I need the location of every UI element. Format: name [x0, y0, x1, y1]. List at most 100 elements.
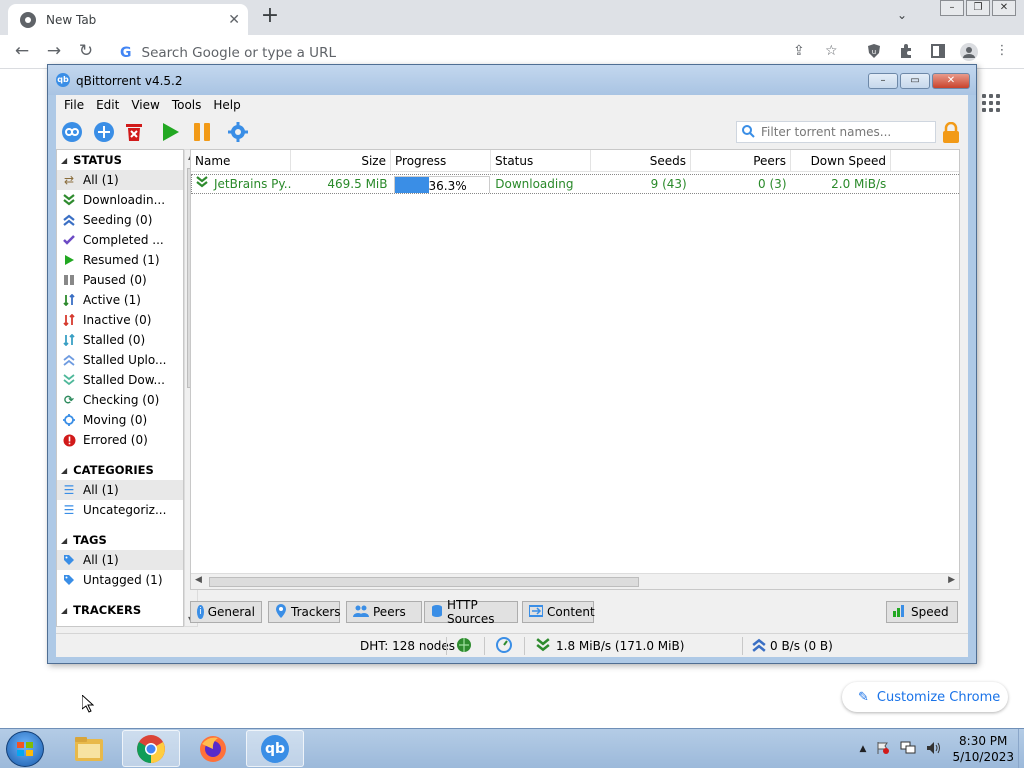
- customize-chrome-button[interactable]: ✎ Customize Chrome: [842, 682, 1008, 712]
- section-categories[interactable]: ◢ CATEGORIES: [57, 460, 183, 480]
- progress-fill: [394, 177, 429, 193]
- taskbar-explorer[interactable]: [60, 730, 118, 767]
- sidebar-item-uncategorized[interactable]: ☰ Uncategoriz...: [57, 500, 183, 520]
- qb-maximize-icon[interactable]: ▭: [900, 73, 930, 89]
- scroll-right-icon[interactable]: ▶: [948, 575, 955, 585]
- close-window-icon[interactable]: ✕: [992, 0, 1016, 16]
- options-gear-icon[interactable]: [226, 120, 250, 144]
- sidebar-item-label: Moving (0): [83, 413, 148, 427]
- table-row[interactable]: JetBrains Py... 469.5 MiB 36.3% Download…: [191, 174, 959, 194]
- sidebar-item-stalled[interactable]: Stalled (0): [57, 330, 183, 350]
- apps-grid-icon[interactable]: [982, 94, 1000, 112]
- new-tab-button[interactable]: +: [260, 5, 280, 29]
- profile-avatar-icon[interactable]: [960, 43, 978, 61]
- back-icon[interactable]: ←: [10, 41, 34, 61]
- download-speed-text: 1.8 MiB/s (171.0 MiB): [556, 639, 685, 653]
- taskbar-chrome[interactable]: [122, 730, 180, 767]
- tab-trackers[interactable]: Trackers: [268, 601, 341, 623]
- restore-icon[interactable]: ❐: [966, 0, 990, 16]
- scroll-left-icon[interactable]: ◀: [195, 575, 202, 585]
- sidebar-item-paused[interactable]: Paused (0): [57, 270, 183, 290]
- tab-speed[interactable]: Speed: [886, 601, 958, 623]
- menu-view[interactable]: View: [125, 98, 165, 112]
- tab-peers[interactable]: Peers: [346, 601, 422, 623]
- hscroll-thumb[interactable]: [209, 577, 639, 587]
- taskbar-clock[interactable]: 8:30 PM 5/10/2023: [952, 733, 1014, 765]
- share-icon[interactable]: ⇪: [793, 43, 805, 59]
- sidebar-item-label: Stalled Uplo...: [83, 353, 167, 367]
- sidebar-item-stalled-uploading[interactable]: Stalled Uplo...: [57, 350, 183, 370]
- tab-http-sources[interactable]: HTTP Sources: [424, 598, 518, 626]
- tab-close-icon[interactable]: ✕: [228, 12, 240, 28]
- sidebar-item-downloading[interactable]: Downloadin...: [57, 190, 183, 210]
- minimize-icon[interactable]: –: [940, 0, 964, 16]
- tray-expand-icon[interactable]: ▲: [860, 744, 867, 754]
- connection-status-icon[interactable]: [456, 637, 472, 656]
- resume-torrent-icon[interactable]: [158, 120, 182, 144]
- sidebar-item-completed[interactable]: Completed ...: [57, 230, 183, 250]
- section-status[interactable]: ◢ STATUS: [57, 150, 183, 170]
- action-center-flag-icon[interactable]: [876, 741, 890, 758]
- column-down-speed[interactable]: Down Speed: [791, 150, 891, 172]
- tab-general[interactable]: i General: [190, 601, 262, 623]
- sidebar-item-tag-all[interactable]: All (1): [57, 550, 183, 570]
- sidebar-item-stalled-downloading[interactable]: Stalled Dow...: [57, 370, 183, 390]
- column-progress[interactable]: Progress: [391, 150, 491, 172]
- sidebar-item-status-all[interactable]: ⇄ All (1): [57, 170, 183, 190]
- forward-icon[interactable]: →: [42, 41, 66, 61]
- tab-search-icon[interactable]: ⌄: [897, 8, 907, 22]
- qb-close-icon[interactable]: ✕: [932, 73, 970, 89]
- sidebar-item-active[interactable]: Active (1): [57, 290, 183, 310]
- content-folder-icon: [528, 604, 544, 620]
- reload-icon[interactable]: ↻: [74, 41, 98, 61]
- column-size[interactable]: Size: [291, 150, 391, 172]
- chrome-menu-icon[interactable]: ⋮: [994, 43, 1010, 59]
- column-name[interactable]: Name: [191, 150, 291, 172]
- sidebar-item-untagged[interactable]: Untagged (1): [57, 570, 183, 590]
- add-torrent-link-icon[interactable]: [60, 120, 84, 144]
- qb-minimize-icon[interactable]: –: [868, 73, 898, 89]
- taskbar-firefox[interactable]: [184, 730, 242, 767]
- menu-help[interactable]: Help: [207, 98, 246, 112]
- pencil-icon: ✎: [858, 689, 869, 705]
- network-icon[interactable]: [900, 741, 916, 758]
- sidebar-item-seeding[interactable]: Seeding (0): [57, 210, 183, 230]
- lock-icon[interactable]: [942, 121, 960, 144]
- tab-new-tab[interactable]: New Tab ✕: [8, 4, 248, 35]
- menu-edit[interactable]: Edit: [90, 98, 125, 112]
- section-trackers[interactable]: ◢ TRACKERS: [57, 600, 183, 620]
- volume-icon[interactable]: [926, 741, 942, 758]
- omnibox[interactable]: G Search Google or type a URL: [112, 39, 856, 66]
- speed-limit-icon[interactable]: [496, 637, 512, 656]
- sidebar-item-inactive[interactable]: Inactive (0): [57, 310, 183, 330]
- column-peers[interactable]: Peers: [691, 150, 791, 172]
- list-hscrollbar[interactable]: ◀ ▶: [191, 573, 959, 589]
- qb-titlebar[interactable]: qb qBittorrent v4.5.2 – ▭ ✕: [48, 65, 976, 95]
- clock-time: 8:30 PM: [959, 734, 1008, 748]
- sidebar-item-checking[interactable]: ⟳ Checking (0): [57, 390, 183, 410]
- sidebar-item-label: Seeding (0): [83, 213, 153, 227]
- section-tags[interactable]: ◢ TAGS: [57, 530, 183, 550]
- taskbar-qbittorrent[interactable]: qb: [246, 730, 304, 767]
- sidebar-item-category-all[interactable]: ☰ All (1): [57, 480, 183, 500]
- menu-file[interactable]: File: [58, 98, 90, 112]
- menu-tools[interactable]: Tools: [166, 98, 208, 112]
- column-up-speed[interactable]: Up S: [891, 150, 959, 172]
- shuffle-icon: ⇄: [63, 173, 75, 187]
- sidebar-item-errored[interactable]: Errored (0): [57, 430, 183, 450]
- pause-torrent-icon[interactable]: [190, 120, 214, 144]
- side-panel-icon[interactable]: [930, 43, 946, 59]
- delete-torrent-icon[interactable]: [122, 120, 146, 144]
- filter-torrents-input[interactable]: Filter torrent names...: [736, 121, 936, 143]
- sidebar-item-moving[interactable]: Moving (0): [57, 410, 183, 430]
- show-desktop-button[interactable]: [1018, 729, 1024, 768]
- ublock-icon[interactable]: u: [866, 43, 882, 59]
- tab-content[interactable]: Content: [522, 601, 595, 623]
- column-status[interactable]: Status: [491, 150, 591, 172]
- column-seeds[interactable]: Seeds: [591, 150, 691, 172]
- extensions-puzzle-icon[interactable]: [898, 43, 914, 59]
- add-torrent-file-icon[interactable]: [92, 120, 116, 144]
- start-button[interactable]: [6, 731, 44, 767]
- bookmark-star-icon[interactable]: ☆: [825, 43, 838, 59]
- sidebar-item-resumed[interactable]: Resumed (1): [57, 250, 183, 270]
